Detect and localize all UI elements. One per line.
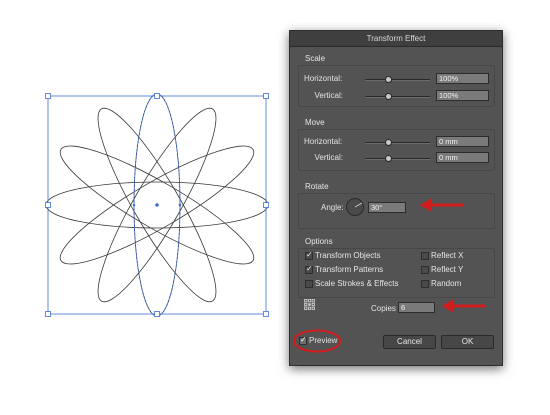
ok-button[interactable]: OK bbox=[441, 335, 494, 349]
copies-field[interactable]: 6 bbox=[398, 302, 435, 313]
move-horizontal-label: Horizontal: bbox=[304, 137, 343, 146]
reflect-x-checkbox[interactable] bbox=[421, 252, 429, 260]
random-checkbox[interactable] bbox=[421, 280, 429, 288]
move-vertical-label: Vertical: bbox=[314, 153, 343, 162]
scale-strokes-checkbox[interactable] bbox=[305, 280, 313, 288]
transform-patterns-label: Transform Patterns bbox=[315, 265, 384, 274]
transform-objects-checkbox[interactable]: ✓ bbox=[305, 250, 313, 260]
move-horizontal-slider[interactable] bbox=[365, 142, 430, 144]
check-icon: ✓ bbox=[306, 264, 313, 273]
scale-vertical-knob[interactable] bbox=[385, 93, 392, 100]
angle-label: Angle: bbox=[321, 203, 344, 212]
preview-label: Preview bbox=[309, 336, 338, 345]
transform-effect-dialog: Transform Effect Scale Horizontal: 100% … bbox=[289, 30, 503, 366]
move-vertical-field[interactable]: 0 mm bbox=[436, 152, 489, 163]
scale-horizontal-field[interactable]: 100% bbox=[436, 73, 489, 84]
red-arrow-icon bbox=[420, 198, 464, 212]
angle-dial-icon[interactable] bbox=[345, 197, 365, 217]
move-section-title: Move bbox=[305, 118, 325, 127]
preview-checkbox[interactable]: ✓ bbox=[299, 335, 307, 345]
check-icon: ✓ bbox=[306, 250, 313, 259]
scale-horizontal-label: Horizontal: bbox=[304, 74, 343, 83]
transform-patterns-checkbox[interactable]: ✓ bbox=[305, 264, 313, 274]
reflect-y-label: Reflect Y bbox=[431, 265, 464, 274]
move-horizontal-field[interactable]: 0 mm bbox=[436, 136, 489, 147]
rotate-section-title: Rotate bbox=[305, 182, 329, 191]
check-icon: ✓ bbox=[300, 335, 307, 344]
scale-strokes-label: Scale Strokes & Effects bbox=[315, 279, 399, 288]
copies-label: Copies bbox=[371, 304, 396, 313]
angle-field[interactable]: 30° bbox=[368, 202, 406, 213]
scale-vertical-label: Vertical: bbox=[314, 91, 343, 100]
scale-vertical-slider[interactable] bbox=[365, 96, 430, 98]
reference-point-icon[interactable] bbox=[304, 299, 315, 310]
move-vertical-slider[interactable] bbox=[365, 158, 430, 160]
dialog-title: Transform Effect bbox=[290, 31, 502, 47]
reflect-x-label: Reflect X bbox=[431, 251, 464, 260]
scale-horizontal-slider[interactable] bbox=[365, 79, 430, 81]
red-arrow-icon bbox=[442, 299, 486, 313]
cancel-button[interactable]: Cancel bbox=[383, 335, 436, 349]
options-section-title: Options bbox=[305, 237, 333, 246]
scale-section-title: Scale bbox=[305, 54, 326, 63]
center-point bbox=[155, 203, 159, 207]
move-horizontal-knob[interactable] bbox=[385, 139, 392, 146]
scale-horizontal-knob[interactable] bbox=[385, 76, 392, 83]
reflect-y-checkbox[interactable] bbox=[421, 266, 429, 274]
move-vertical-knob[interactable] bbox=[385, 155, 392, 162]
scale-vertical-field[interactable]: 100% bbox=[436, 90, 489, 101]
random-label: Random bbox=[431, 279, 462, 288]
transform-objects-label: Transform Objects bbox=[315, 251, 381, 260]
